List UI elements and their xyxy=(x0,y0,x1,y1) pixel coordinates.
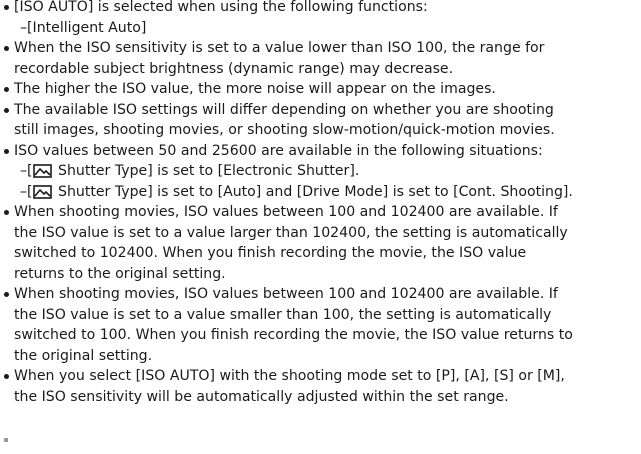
note-text: switched to 100. When you finish recordi… xyxy=(14,327,573,343)
sub-item-electronic-shutter: –[ Shutter Type] is set to [Electronic S… xyxy=(14,161,638,182)
note-text: The higher the ISO value, the more noise… xyxy=(14,81,496,97)
list-item: ISO values between 50 and 25600 are avai… xyxy=(2,141,638,203)
list-item: [ISO AUTO] is selected when using the fo… xyxy=(2,0,638,38)
note-text: the ISO value is set to a value smaller … xyxy=(14,306,552,323)
note-text: the ISO value is set to a value larger t… xyxy=(14,224,568,241)
note-text: the original setting. xyxy=(14,347,153,364)
note-text: returns to the original setting. xyxy=(14,265,226,282)
list-item: The higher the ISO value, the more noise… xyxy=(2,79,638,100)
note-text: When the ISO sensitivity is set to a val… xyxy=(14,40,545,56)
note-text: switched to 102400. When you finish reco… xyxy=(14,245,527,261)
note-text: still images, shooting movies, or shooti… xyxy=(14,122,555,138)
bullet-dot xyxy=(4,107,9,113)
list-item: When the ISO sensitivity is set to a val… xyxy=(2,38,638,79)
note-text: [ISO AUTO] is selected when using the fo… xyxy=(14,0,428,15)
note-text: When shooting movies, ISO values between… xyxy=(14,286,558,302)
margin-mark xyxy=(4,438,8,442)
sub-text: Shutter Type] is set to [Electronic Shut… xyxy=(53,163,360,179)
still-image-icon xyxy=(32,164,52,178)
note-text: When you select [ISO AUTO] with the shoo… xyxy=(14,368,565,384)
list-item: When shooting movies, ISO values between… xyxy=(2,284,638,366)
note-text: recordable subject brightness (dynamic r… xyxy=(14,60,454,77)
note-text: When shooting movies, ISO values between… xyxy=(14,204,558,220)
bullet-dot xyxy=(4,148,9,154)
notes-list: [ISO AUTO] is selected when using the fo… xyxy=(2,0,638,407)
list-item: When you select [ISO AUTO] with the shoo… xyxy=(2,366,638,407)
bullet-dot xyxy=(4,5,9,10)
sub-item: –[Intelligent Auto] xyxy=(20,19,147,36)
sub-item-auto-cont-shooting: –[ Shutter Type] is set to [Auto] and [D… xyxy=(14,182,638,203)
bullet-dot xyxy=(4,46,9,51)
bullet-dot xyxy=(4,292,9,297)
bullet-dot xyxy=(4,87,9,92)
list-item: When shooting movies, ISO values between… xyxy=(2,202,638,284)
note-text: ISO values between 50 and 25600 are avai… xyxy=(14,142,543,159)
sub-text: Shutter Type] is set to [Auto] and [Driv… xyxy=(53,183,573,200)
note-text: the ISO sensitivity will be automaticall… xyxy=(14,388,509,405)
bullet-dot xyxy=(4,374,9,379)
sub-prefix: –[ xyxy=(20,183,33,200)
sub-prefix: –[ xyxy=(20,163,33,179)
note-text: The available ISO settings will differ d… xyxy=(14,101,554,118)
bullet-dot xyxy=(4,210,9,215)
still-image-icon xyxy=(32,184,52,199)
list-item: The available ISO settings will differ d… xyxy=(2,100,638,141)
